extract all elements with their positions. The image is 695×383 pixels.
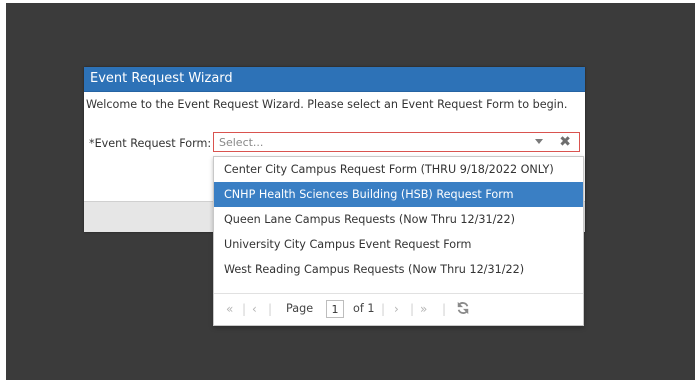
page-number-input[interactable] [326,300,344,318]
welcome-text: Welcome to the Event Request Wizard. Ple… [86,98,568,111]
clear-icon[interactable]: ✖ [559,133,571,151]
page-label: Page [286,302,314,315]
pager-separator: | [242,302,247,316]
dropdown-option[interactable]: West Reading Campus Requests (Now Thru 1… [214,257,583,282]
refresh-icon[interactable] [456,301,470,315]
page-count-label: of 1 [353,302,375,315]
pager-separator: | [442,302,447,316]
next-page-icon[interactable]: › [394,301,399,317]
pager-separator: | [410,302,415,316]
first-page-icon[interactable]: « [226,301,233,317]
event-request-form-select[interactable]: ✖ [213,132,580,152]
prev-page-icon[interactable]: ‹ [252,301,257,317]
dropdown-option[interactable]: University City Campus Event Request For… [214,232,583,257]
event-request-form-label: *Event Request Form: [89,137,212,150]
last-page-icon[interactable]: » [420,301,427,317]
dropdown-option[interactable]: Center City Campus Request Form (THRU 9/… [214,157,583,182]
event-request-form-input[interactable] [214,133,519,151]
pager-separator: | [268,302,273,316]
dialog-title: Event Request Wizard [84,67,585,92]
event-form-dropdown-list: Center City Campus Request Form (THRU 9/… [213,156,584,326]
dropdown-option-highlighted[interactable]: CNHP Health Sciences Building (HSB) Requ… [214,182,583,207]
dropdown-arrow-icon[interactable] [535,139,543,144]
dropdown-pager: « | ‹ | Page of 1 | › | » | [214,293,583,325]
pager-separator: | [381,302,386,316]
dropdown-option[interactable]: Queen Lane Campus Requests (Now Thru 12/… [214,207,583,232]
